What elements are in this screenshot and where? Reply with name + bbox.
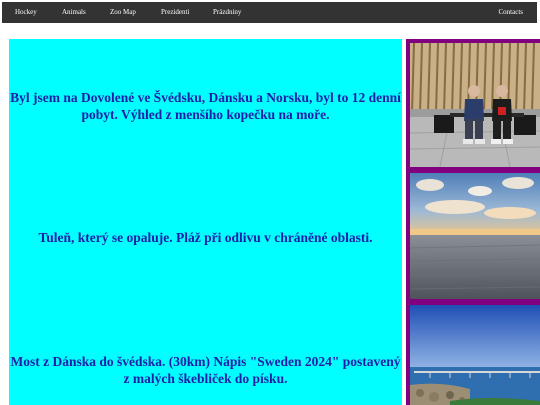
nav-link-prazdniny[interactable]: Prázdniny <box>213 2 241 23</box>
photo-column <box>406 39 540 405</box>
paragraph-seal-beach: Tuleň, který se opaluje. Pláž při odlivu… <box>38 230 373 245</box>
nav-link-zoo-map[interactable]: Zoo Map <box>110 2 136 23</box>
paragraph-vacation-intro: Byl jsem na Dovolené ve Švédsku, Dánsku … <box>10 90 401 122</box>
nav-link-contacts[interactable]: Contacts <box>499 2 524 23</box>
nav-link-prezidenti[interactable]: Prezidenti <box>161 2 189 23</box>
photo-bridge-sea <box>410 305 540 405</box>
description-panel: Byl jsem na Dovolené ve Švédsku, Dánsku … <box>9 39 402 405</box>
nav-link-animals[interactable]: Animals <box>62 2 86 23</box>
top-navbar: Hockey Animals Zoo Map Prezidenti Prázdn… <box>2 2 537 23</box>
paragraph-bridge-sign: Most z Dánska do švédska. (30km) Nápis "… <box>10 354 401 386</box>
photo-people-on-bench <box>410 43 540 167</box>
nav-link-hockey[interactable]: Hockey <box>15 2 37 23</box>
photo-low-tide-beach <box>410 173 540 299</box>
